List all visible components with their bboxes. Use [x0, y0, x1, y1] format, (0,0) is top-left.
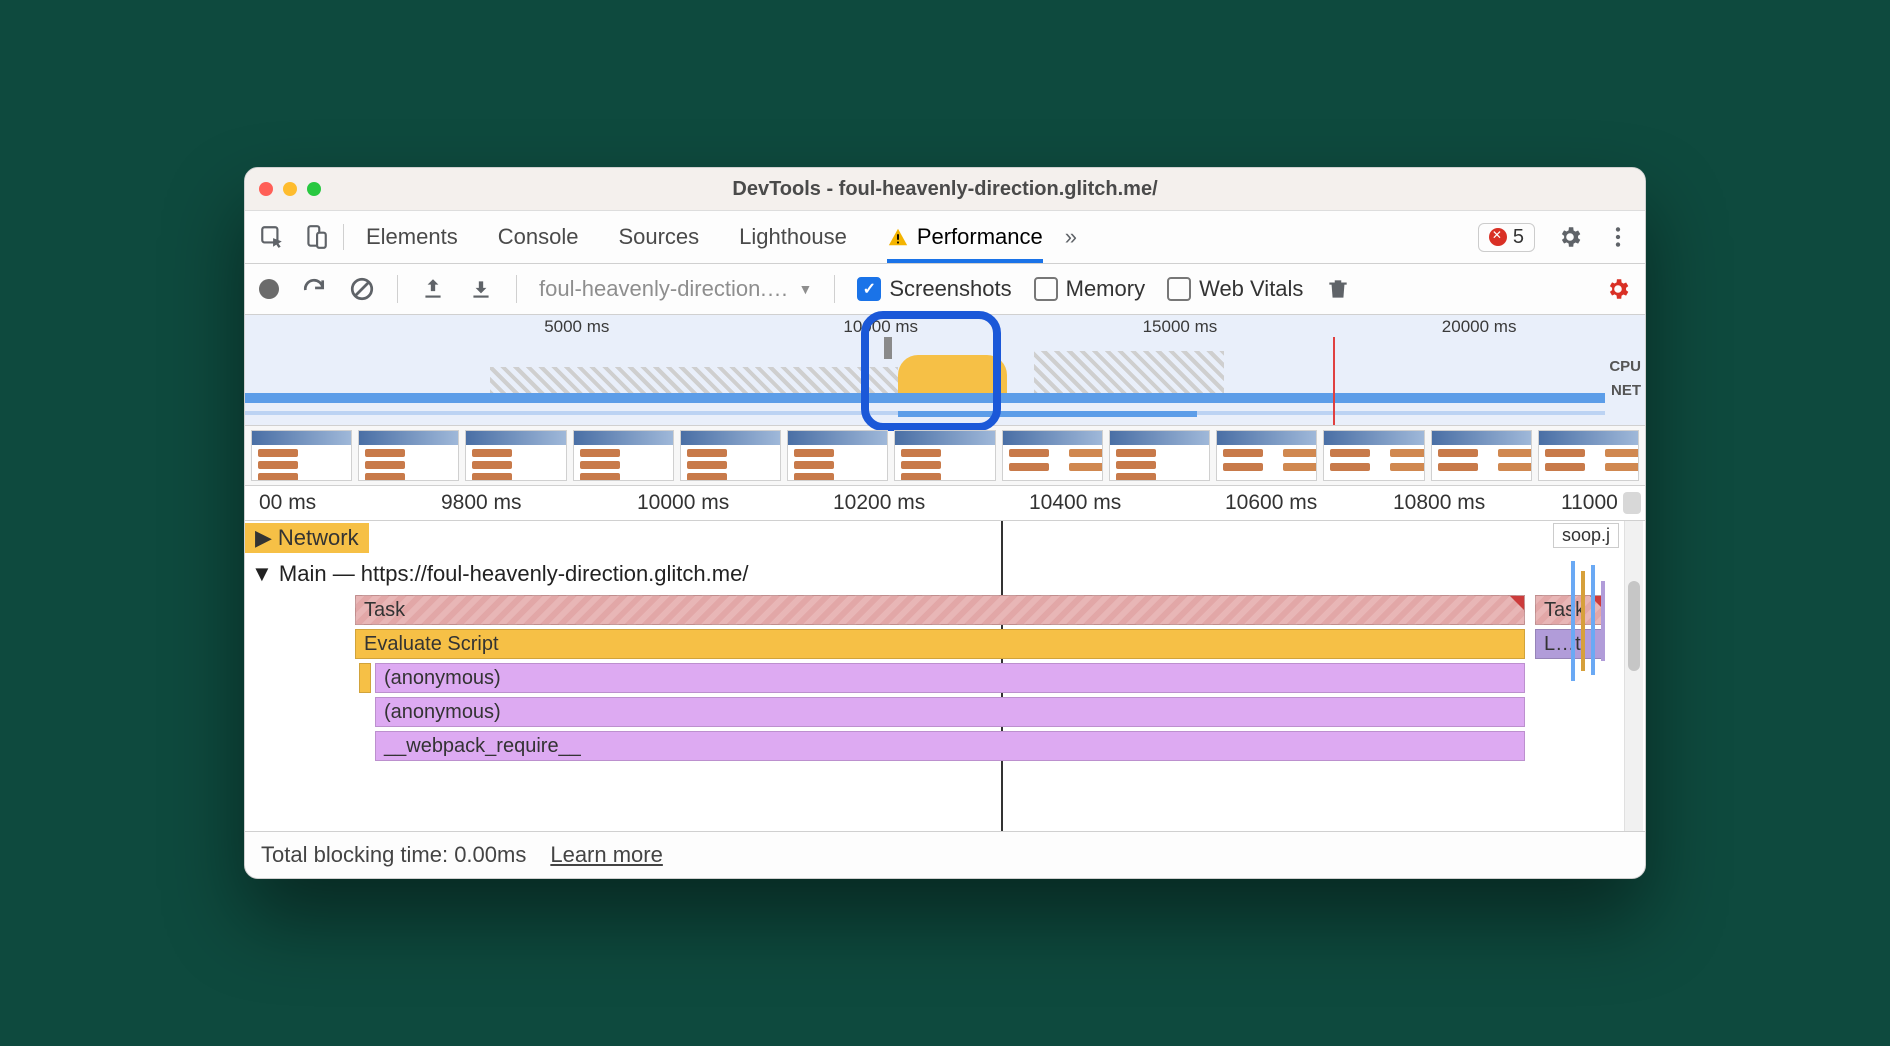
target-selector-label: foul-heavenly-direction.… — [539, 276, 788, 302]
main-lane-header[interactable]: ▼ Main — https://foul-heavenly-direction… — [245, 561, 748, 587]
overview-tick: 15000 ms — [1143, 317, 1218, 337]
flame-segment-label: (anonymous) — [384, 701, 501, 724]
flame-evaluate-script[interactable]: Evaluate Script — [355, 629, 1525, 659]
expand-icon: ▶ — [255, 525, 272, 551]
overview-tick: 5000 ms — [544, 317, 609, 337]
upload-icon[interactable] — [420, 276, 446, 302]
flame-task[interactable]: Task — [355, 595, 1525, 625]
ruler-scrollbar[interactable] — [1623, 492, 1641, 514]
flame-chart[interactable]: ▶ Network soop.j ▼ Main — https://foul-h… — [245, 521, 1645, 831]
web-vitals-checkbox[interactable]: Web Vitals — [1167, 276, 1303, 302]
filmstrip-frame[interactable] — [680, 430, 781, 481]
zoom-tick: 10800 ms — [1393, 491, 1485, 515]
flame-segment-label: Evaluate Script — [364, 633, 499, 656]
zoom-tick: 9800 ms — [441, 491, 522, 515]
total-blocking-time: Total blocking time: 0.00ms — [261, 842, 526, 868]
tab-elements[interactable]: Elements — [366, 211, 458, 263]
zoom-tick: 10000 ms — [637, 491, 729, 515]
filmstrip-frame[interactable] — [1002, 430, 1103, 481]
filmstrip-frame[interactable] — [465, 430, 566, 481]
dropdown-triangle-icon: ▼ — [798, 281, 812, 297]
network-lane-header[interactable]: ▶ Network — [245, 523, 369, 553]
overview-tick: 20000 ms — [1442, 317, 1517, 337]
tab-performance-label: Performance — [917, 224, 1043, 250]
zoom-tick: 00 ms — [259, 491, 316, 515]
clear-icon[interactable] — [349, 276, 375, 302]
kebab-menu-icon[interactable] — [1605, 224, 1631, 250]
timeline-overview[interactable]: 5000 ms10000 ms15000 ms20000 ms CPU NET — [245, 315, 1645, 426]
flame-anonymous[interactable]: (anonymous) — [375, 663, 1525, 693]
zoom-tick: 10600 ms — [1225, 491, 1317, 515]
performance-toolbar: foul-heavenly-direction.… ▼ Screenshots … — [245, 264, 1645, 315]
reload-icon[interactable] — [301, 276, 327, 302]
flame-segment-label: (anonymous) — [384, 667, 501, 690]
flame-stub[interactable] — [359, 663, 371, 693]
screenshots-label: Screenshots — [889, 276, 1011, 302]
flame-right-markers — [1561, 521, 1621, 831]
filmstrip-frame[interactable] — [1538, 430, 1639, 481]
download-icon[interactable] — [468, 276, 494, 302]
target-selector[interactable]: foul-heavenly-direction.… ▼ — [539, 276, 812, 302]
titlebar: DevTools - foul-heavenly-direction.glitc… — [245, 168, 1645, 211]
error-count-badge[interactable]: 5 — [1478, 223, 1535, 252]
inspect-element-icon[interactable] — [259, 224, 285, 250]
more-tabs-button[interactable]: » — [1065, 224, 1077, 250]
filmstrip-frame[interactable] — [894, 430, 995, 481]
window-title: DevTools - foul-heavenly-direction.glitc… — [245, 178, 1645, 201]
devtools-window: DevTools - foul-heavenly-direction.glitc… — [244, 167, 1646, 879]
tab-sources[interactable]: Sources — [618, 211, 699, 263]
overview-cpu-label: CPU — [1609, 355, 1641, 379]
filmstrip-frame[interactable] — [358, 430, 459, 481]
tab-console[interactable]: Console — [498, 211, 579, 263]
network-lane-label: Network — [278, 525, 359, 551]
trash-icon[interactable] — [1325, 276, 1351, 302]
panel-tabs: Elements Console Sources Lighthouse Perf… — [366, 211, 1043, 263]
screenshots-checkbox[interactable]: Screenshots — [857, 276, 1011, 302]
overview-net-label: NET — [1609, 379, 1641, 403]
panel-tabs-row: Elements Console Sources Lighthouse Perf… — [245, 211, 1645, 264]
device-toggle-icon[interactable] — [303, 224, 329, 250]
record-button[interactable] — [259, 279, 279, 299]
main-lane-label: Main — https://foul-heavenly-direction.g… — [279, 561, 749, 586]
zoom-tick: 10400 ms — [1029, 491, 1121, 515]
tab-lighthouse[interactable]: Lighthouse — [739, 211, 847, 263]
flame-segment-label: __webpack_require__ — [384, 735, 581, 758]
tab-performance[interactable]: Performance — [887, 211, 1043, 263]
overview-selection-highlight — [861, 311, 1001, 431]
status-bar: Total blocking time: 0.00ms Learn more — [245, 831, 1645, 878]
filmstrip-frame[interactable] — [251, 430, 352, 481]
zoom-ruler[interactable]: 00 ms 9800 ms 10000 ms 10200 ms 10400 ms 1060… — [245, 486, 1645, 521]
flame-task-label: Task — [364, 599, 405, 622]
memory-checkbox[interactable]: Memory — [1034, 276, 1145, 302]
capture-settings-gear-icon[interactable] — [1605, 276, 1631, 302]
web-vitals-label: Web Vitals — [1199, 276, 1303, 302]
memory-label: Memory — [1066, 276, 1145, 302]
filmstrip-frame[interactable] — [1431, 430, 1532, 481]
zoom-tick: 10200 ms — [833, 491, 925, 515]
learn-more-link[interactable]: Learn more — [550, 842, 663, 868]
flame-webpack-require[interactable]: __webpack_require__ — [375, 731, 1525, 761]
error-count: 5 — [1513, 226, 1524, 249]
filmstrip-frame[interactable] — [1216, 430, 1317, 481]
flame-anonymous[interactable]: (anonymous) — [375, 697, 1525, 727]
settings-gear-icon[interactable] — [1557, 224, 1583, 250]
warning-icon — [887, 226, 909, 248]
filmstrip-frame[interactable] — [1109, 430, 1210, 481]
filmstrip-frame[interactable] — [787, 430, 888, 481]
filmstrip-frame[interactable] — [573, 430, 674, 481]
screenshot-filmstrip[interactable] — [245, 426, 1645, 486]
flame-vertical-scrollbar[interactable] — [1624, 521, 1643, 831]
error-icon — [1489, 228, 1507, 246]
filmstrip-frame[interactable] — [1323, 430, 1424, 481]
